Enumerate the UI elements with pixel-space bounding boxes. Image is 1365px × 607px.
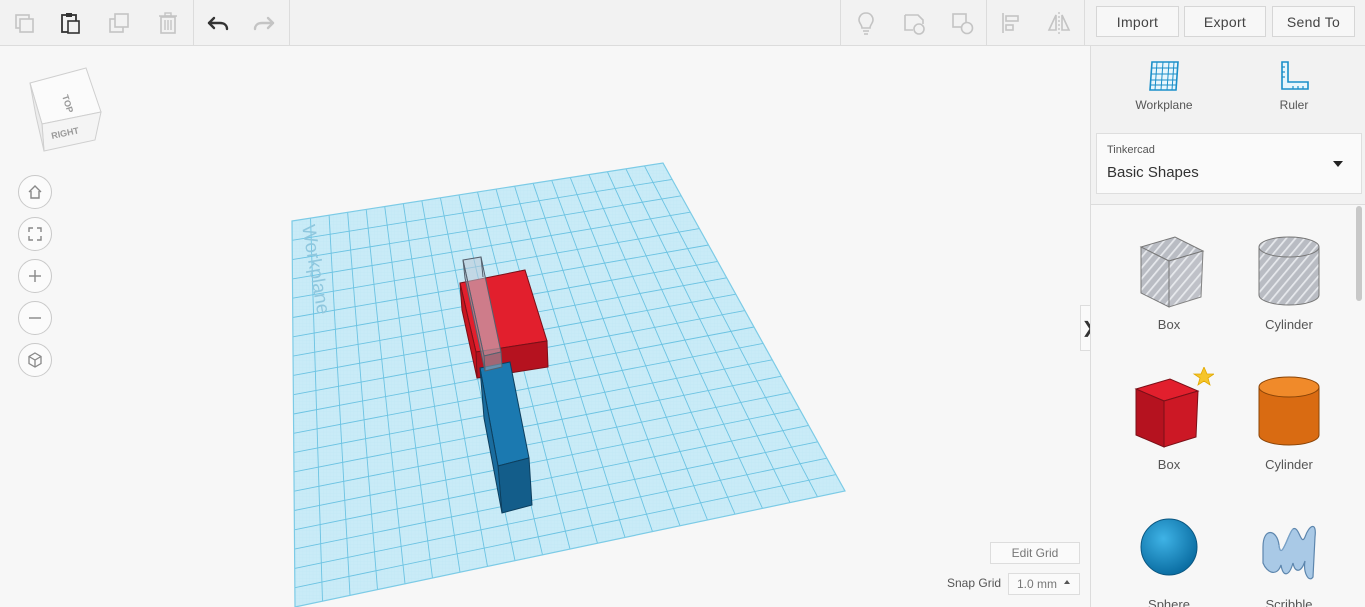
lightbulb-icon [858,11,874,35]
toolbar-divider [986,0,987,45]
projection-toggle-button[interactable] [18,343,52,377]
ungroup-button[interactable] [940,0,984,45]
toolbar-divider [289,0,290,45]
favorite-star-icon [1192,367,1214,386]
plus-icon [29,270,41,282]
toolbar-divider [193,0,194,45]
shape-scribble[interactable]: Scribble [1229,507,1349,607]
library-source-label: Tinkercad [1107,144,1155,156]
export-button[interactable]: Export [1184,6,1266,37]
group-button[interactable] [892,0,936,45]
light-button[interactable] [844,0,888,45]
library-name-label: Basic Shapes [1107,164,1199,181]
shape-library-dropdown[interactable]: Tinkercad Basic Shapes [1096,133,1362,194]
workplane-tool-label: Workplane [1135,98,1193,112]
shape-box[interactable]: Box [1109,367,1229,472]
main-toolbar: Import Export Send To [0,0,1365,46]
sphere-icon [1140,518,1198,576]
snap-grid-select[interactable]: 1.0 mm [1008,573,1080,595]
shape-label: Box [1157,317,1181,332]
scene-canvas[interactable]: TOP RIGHT Workplane [0,46,1090,607]
undo-button[interactable] [196,0,240,45]
mirror-button[interactable] [1037,0,1081,45]
shape-label: Cylinder [1265,317,1313,332]
snap-grid-label: Snap Grid [947,576,1002,590]
send-to-button[interactable]: Send To [1272,6,1355,37]
workplane-grid-icon [1149,61,1179,91]
fit-view-button[interactable] [18,217,52,251]
fit-to-view-icon [28,227,42,241]
shape-cylinder-hole[interactable]: Cylinder [1229,227,1349,332]
3d-viewport[interactable]: TOP RIGHT Workplane Edit Grid Snap Grid … [0,46,1090,607]
shape-cylinder[interactable]: Cylinder [1229,367,1349,472]
ruler-icon [1281,61,1309,90]
workplane[interactable]: Workplane [291,162,846,607]
zoom-in-button[interactable] [18,259,52,293]
edit-grid-button[interactable]: Edit Grid [990,542,1080,564]
minus-icon [29,317,41,319]
paste-icon [61,12,80,34]
copy-button[interactable] [2,0,46,45]
snap-grid-value: 1.0 mm [1017,577,1058,591]
cylinder-icon [1258,376,1320,446]
home-view-button[interactable] [18,175,52,209]
trash-icon [159,11,177,34]
redo-button[interactable] [242,0,286,45]
align-button[interactable] [989,0,1033,45]
ruler-tool[interactable]: Ruler [1239,58,1349,112]
shape-sphere[interactable]: Sphere [1109,507,1229,607]
shape-label: Cylinder [1265,457,1313,472]
delete-button[interactable] [146,0,190,45]
paste-button[interactable] [48,0,92,45]
perspective-cube-icon [28,352,42,368]
toolbar-divider [1084,0,1085,45]
shapes-panel: Workplane Ruler Tinkercad Basic Shapes B… [1090,46,1365,607]
align-icon [1002,12,1019,33]
box-hole-icon [1139,236,1205,308]
cylinder-hole-icon [1258,236,1320,306]
undo-icon [207,16,229,30]
shape-label: Sphere [1148,597,1190,607]
view-cube[interactable]: TOP RIGHT [29,67,102,152]
panel-tools: Workplane Ruler [1091,46,1365,126]
shape-label: Box [1157,457,1181,472]
zoom-out-button[interactable] [18,301,52,335]
caret-up-icon [1064,580,1070,584]
caret-down-icon [1333,161,1343,167]
shape-grid: Box Cylinder Box Cylinder Sphere Scribbl… [1091,205,1365,607]
box-icon [1134,367,1214,448]
shape-box-hole[interactable]: Box [1109,227,1229,332]
mirror-icon [1047,11,1071,34]
ruler-tool-label: Ruler [1279,98,1309,112]
scribble-icon [1262,525,1316,580]
toolbar-divider [840,0,841,45]
ungroup-icon [952,12,974,34]
shapes-scrollbar[interactable] [1356,206,1362,301]
duplicate-icon [109,12,129,33]
copy-icon [15,13,34,33]
duplicate-button[interactable] [97,0,141,45]
workplane-tool[interactable]: Workplane [1109,58,1219,112]
home-icon [28,185,42,199]
group-icon [904,13,925,35]
shape-label: Scribble [1265,597,1313,607]
import-button[interactable]: Import [1096,6,1179,37]
redo-icon [253,16,275,30]
